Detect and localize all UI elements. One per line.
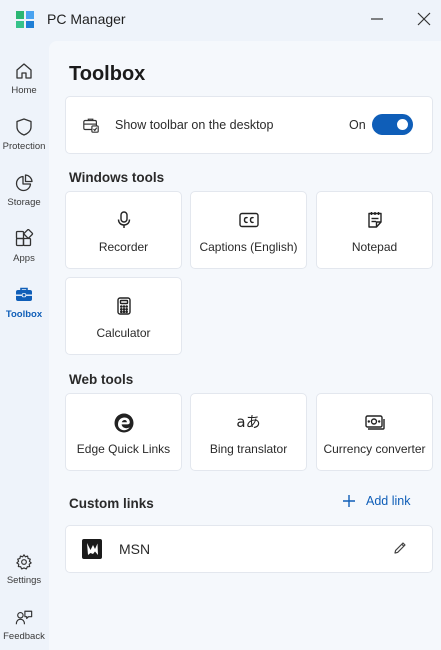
notepad-icon	[367, 212, 382, 228]
translate-icon: aあ	[236, 413, 261, 431]
title-bar: PC Manager	[0, 0, 441, 40]
sidebar-item-label: Home	[11, 85, 37, 96]
toolbar-setting-label: Show toolbar on the desktop	[115, 118, 274, 132]
close-button[interactable]	[409, 6, 439, 32]
home-icon	[16, 63, 32, 79]
custom-links-heading: Custom links	[69, 496, 154, 511]
close-icon	[417, 12, 431, 26]
tool-captions[interactable]: Captions (English)	[190, 191, 307, 269]
tool-label: Captions (English)	[199, 240, 298, 254]
plus-icon	[343, 495, 355, 507]
sidebar-item-protection[interactable]: Protection	[0, 115, 48, 165]
microphone-icon	[117, 211, 130, 228]
apps-icon	[15, 229, 34, 247]
sidebar-item-feedback[interactable]: Feedback	[0, 607, 48, 650]
tool-recorder[interactable]: Recorder	[65, 191, 182, 269]
sidebar: Home Protection Storage Apps Toolbox Set…	[0, 40, 48, 650]
toolbox-icon	[16, 287, 32, 301]
sidebar-item-label: Settings	[6, 575, 42, 586]
sidebar-item-apps[interactable]: Apps	[0, 227, 48, 277]
web-tools-heading: Web tools	[69, 372, 134, 387]
pc-manager-logo	[16, 11, 34, 28]
feedback-icon	[15, 610, 33, 625]
tool-currency-converter[interactable]: Currency converter	[316, 393, 433, 471]
custom-link-label: MSN	[119, 541, 151, 557]
tool-edge-quick-links[interactable]: Edge Quick Links	[65, 393, 182, 471]
sidebar-item-toolbox[interactable]: Toolbox	[0, 283, 48, 333]
custom-link-msn[interactable]: MSN	[65, 525, 433, 573]
msn-logo	[82, 539, 102, 559]
main-content: Toolbox Show toolbar on the desktop On W…	[49, 41, 441, 650]
page-title: Toolbox	[69, 63, 146, 85]
pencil-icon	[394, 542, 406, 554]
sidebar-item-storage[interactable]: Storage	[0, 171, 48, 221]
minimize-icon	[371, 18, 383, 20]
sidebar-item-label: Apps	[13, 253, 35, 264]
tool-notepad[interactable]: Notepad	[316, 191, 433, 269]
sidebar-item-label: Protection	[2, 141, 46, 152]
captions-icon	[238, 212, 259, 228]
tool-label: Notepad	[351, 240, 398, 254]
pie-chart-icon	[15, 174, 33, 192]
tool-label: Edge Quick Links	[76, 442, 171, 456]
add-link-label: Add link	[366, 494, 411, 508]
minimize-button[interactable]	[362, 6, 392, 32]
tool-label: Bing translator	[209, 442, 288, 456]
calculator-icon	[116, 297, 131, 315]
tool-bing-translator[interactable]: aあ Bing translator	[190, 393, 307, 471]
add-link-button[interactable]: Add link	[342, 494, 410, 508]
tool-label: Recorder	[98, 240, 149, 254]
show-toolbar-toggle[interactable]	[372, 114, 413, 135]
shield-icon	[16, 118, 32, 136]
currency-icon	[364, 415, 385, 430]
toolbar-setting-card: Show toolbar on the desktop On	[65, 96, 433, 154]
gear-icon	[16, 554, 32, 570]
edit-link-button[interactable]	[392, 540, 408, 561]
toggle-state-label: On	[349, 118, 366, 132]
sidebar-item-label: Toolbox	[5, 309, 43, 320]
tool-label: Currency converter	[323, 442, 426, 456]
tool-calculator[interactable]: Calculator	[65, 277, 182, 355]
desktop-toolbar-icon	[83, 118, 99, 133]
toggle-knob	[397, 119, 408, 130]
sidebar-item-label: Storage	[7, 197, 41, 208]
tool-label: Calculator	[96, 326, 151, 340]
app-title: PC Manager	[47, 11, 126, 27]
sidebar-item-settings[interactable]: Settings	[0, 551, 48, 601]
windows-tools-heading: Windows tools	[69, 170, 165, 185]
edge-icon	[114, 413, 133, 433]
sidebar-item-home[interactable]: Home	[0, 59, 48, 109]
sidebar-item-label: Feedback	[3, 631, 45, 642]
